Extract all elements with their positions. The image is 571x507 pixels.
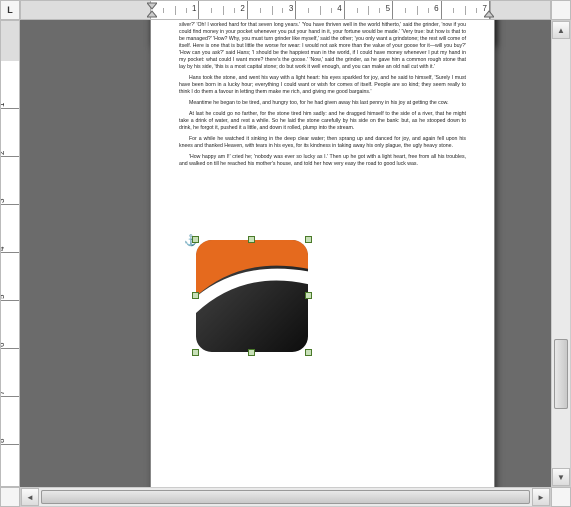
paragraph[interactable]: Hans took the stone, and went his way wi… (179, 75, 466, 96)
horizontal-scrollbar[interactable]: ◄ ► (20, 487, 551, 507)
resize-handle-ml[interactable] (192, 292, 199, 299)
hruler-ticks (151, 1, 490, 19)
body-text[interactable]: cow for it.' 'And the cow?' 'I gave a ho… (179, 20, 466, 168)
scroll-corner (551, 487, 571, 507)
vruler-top-margin (1, 21, 19, 61)
scroll-up-button[interactable]: ▲ (552, 21, 570, 39)
resize-handle-bl[interactable] (192, 349, 199, 356)
resize-handle-tr[interactable] (305, 236, 312, 243)
vscroll-thumb[interactable] (554, 339, 568, 409)
vscroll-track[interactable] (552, 39, 570, 468)
scroll-down-button[interactable]: ▼ (552, 468, 570, 486)
hruler-left-margin (21, 1, 151, 19)
ruler-corner-tr (551, 0, 571, 20)
resize-handle-tm[interactable] (248, 236, 255, 243)
resize-handle-mr[interactable] (305, 292, 312, 299)
vruler-ticks (1, 61, 19, 446)
right-indent-marker[interactable] (484, 1, 494, 19)
hruler-right-margin (490, 1, 550, 19)
scroll-left-button[interactable]: ◄ (21, 488, 39, 506)
scroll-right-button[interactable]: ► (532, 488, 550, 506)
paragraph[interactable]: cow for it.' 'And the cow?' 'I gave a ho… (179, 20, 466, 71)
inserted-image[interactable] (196, 240, 308, 352)
first-line-indent-marker[interactable] (147, 1, 157, 19)
paragraph[interactable]: 'How happy am I!' cried he; 'nobody was … (179, 154, 466, 168)
ruler-corner-origin[interactable]: L (0, 0, 20, 20)
hscroll-thumb[interactable] (41, 490, 530, 504)
document-canvas[interactable]: cow for it.' 'And the cow?' 'I gave a ho… (20, 20, 551, 487)
resize-handle-bm[interactable] (248, 349, 255, 356)
paragraph[interactable]: Meantime he began to be tired, and hungr… (179, 100, 466, 107)
resize-handle-br[interactable] (305, 349, 312, 356)
hscroll-track[interactable] (39, 488, 532, 506)
vertical-scrollbar[interactable]: ▲ ▼ (551, 20, 571, 487)
document-editor: L (0, 0, 571, 507)
horizontal-ruler[interactable] (20, 0, 551, 20)
resize-handle-tl[interactable] (192, 236, 199, 243)
vertical-ruler[interactable] (0, 20, 20, 487)
paragraph[interactable]: For a while he watched it sinking in the… (179, 136, 466, 150)
ruler-corner-bl (0, 487, 20, 507)
selected-image-frame[interactable]: ⚓ (196, 240, 308, 352)
paragraph[interactable]: At last he could go no farther, for the … (179, 111, 466, 132)
